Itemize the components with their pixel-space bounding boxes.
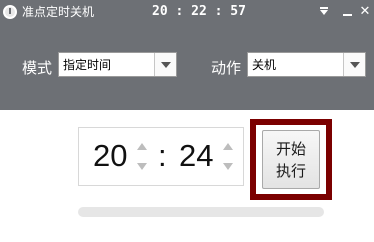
- options-panel: 模式 指定时间 动作 关机: [0, 25, 374, 110]
- current-time-clock: 20 : 22 : 57: [152, 4, 246, 19]
- menu-dropdown-icon[interactable]: [315, 3, 333, 21]
- minute-spinner[interactable]: [221, 135, 235, 179]
- hour-input[interactable]: 20: [93, 136, 127, 176]
- minimize-icon[interactable]: [338, 3, 356, 21]
- action-label: 动作: [211, 59, 242, 77]
- action-select[interactable]: 关机: [247, 52, 366, 77]
- hour-down-arrow-icon[interactable]: [135, 157, 149, 177]
- power-icon: [3, 5, 17, 19]
- start-button-line1: 开始: [275, 140, 306, 158]
- mode-label: 模式: [22, 59, 53, 77]
- mode-select-value: 指定时间: [63, 58, 112, 72]
- hour-spinner[interactable]: [135, 135, 149, 179]
- minute-input[interactable]: 24: [179, 136, 213, 176]
- start-execute-button[interactable]: 开始 执行: [262, 130, 320, 189]
- action-select-value: 关机: [252, 58, 277, 72]
- minute-up-arrow-icon[interactable]: [221, 137, 235, 157]
- close-icon[interactable]: ✕: [356, 3, 374, 21]
- chevron-down-icon[interactable]: [154, 53, 176, 76]
- mode-select[interactable]: 指定时间: [58, 52, 177, 77]
- chevron-down-icon[interactable]: [343, 53, 365, 76]
- title-bar: 准点定时关机 20 : 22 : 57 ✕: [0, 0, 374, 25]
- countdown-progress-bar: [78, 207, 324, 217]
- hour-up-arrow-icon[interactable]: [135, 137, 149, 157]
- minute-down-arrow-icon[interactable]: [221, 157, 235, 177]
- start-button-line2: 执行: [275, 162, 306, 180]
- start-button-highlight: 开始 执行: [250, 119, 332, 200]
- time-separator: :: [158, 138, 167, 173]
- time-entry: 20 : 24: [78, 127, 244, 186]
- window-title: 准点定时关机: [22, 5, 95, 19]
